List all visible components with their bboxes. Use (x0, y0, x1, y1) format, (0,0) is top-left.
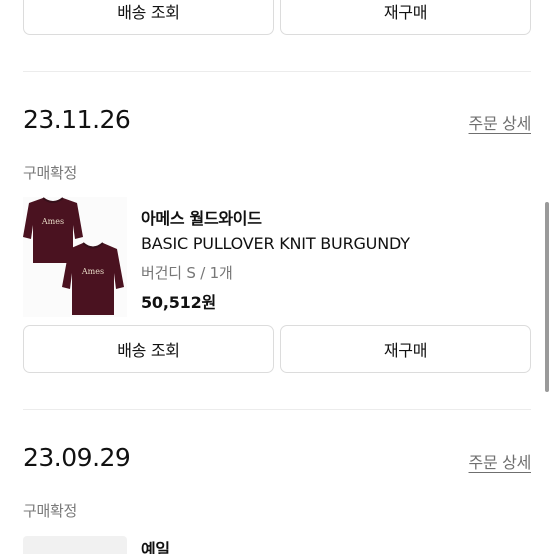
prev-order-actions: 배송 조회 재구매 (23, 0, 531, 35)
order-date: 23.11.26 (23, 105, 131, 134)
product-brand[interactable]: 아메스 월드와이드 (141, 205, 262, 229)
order-status: 구매확정 (23, 164, 78, 182)
product-image[interactable]: Ames Ames (23, 197, 127, 317)
order-divider (23, 71, 531, 72)
product-brand[interactable]: 예일 (141, 536, 170, 554)
product-price: 50,512원 (141, 293, 217, 312)
order-status: 구매확정 (23, 502, 78, 520)
reorder-button[interactable]: 재구매 (280, 0, 531, 35)
sweater-image: Ames Ames (23, 197, 124, 315)
delivery-tracking-button[interactable]: 배송 조회 (23, 325, 274, 373)
order-divider (23, 409, 531, 410)
order-date: 23.09.29 (23, 443, 131, 472)
product-option: 버건디 S / 1개 (141, 264, 233, 282)
sweater-logo-text: Ames (41, 217, 64, 226)
product-image[interactable] (23, 536, 127, 554)
scrollbar[interactable] (545, 202, 549, 392)
delivery-tracking-button[interactable]: 배송 조회 (23, 0, 274, 35)
product-name[interactable]: BASIC PULLOVER KNIT BURGUNDY (141, 234, 410, 253)
order-detail-link[interactable]: 주문 상세 (469, 110, 532, 134)
sweater-logo-text: Ames (81, 267, 104, 276)
order-detail-link[interactable]: 주문 상세 (469, 449, 532, 473)
order-actions: 배송 조회 재구매 (23, 325, 531, 373)
reorder-button[interactable]: 재구매 (280, 325, 531, 373)
order-history-page: 배송 조회 재구매 23.11.26 주문 상세 구매확정 Ames Ames … (0, 0, 554, 554)
